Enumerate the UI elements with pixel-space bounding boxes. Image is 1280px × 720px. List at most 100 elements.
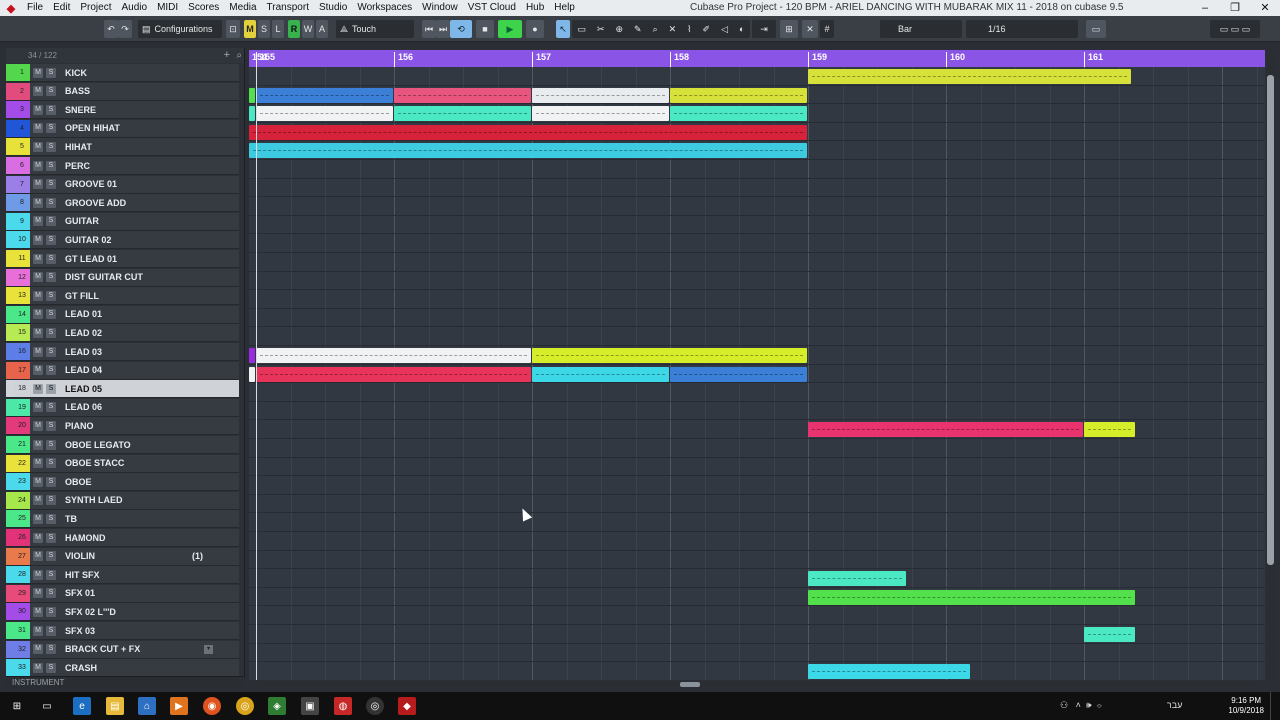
track-solo-button[interactable]: S (46, 179, 56, 190)
track-mute-button[interactable]: M (33, 309, 43, 320)
restore-icon[interactable]: ❐ (1220, 0, 1250, 16)
track-lane[interactable] (249, 569, 1265, 588)
volume-icon[interactable]: 🕪 (1086, 700, 1092, 710)
track-name[interactable]: DIST GUITAR CUT (65, 272, 143, 282)
voice-app-icon[interactable]: ◍ (334, 697, 352, 715)
track-color-strip[interactable] (6, 250, 14, 267)
track-lane[interactable] (249, 439, 1265, 458)
track-row[interactable]: 32 M S BRACK CUT + FX ▾ (6, 640, 239, 659)
track-row[interactable]: 18 M S LEAD 05 (6, 380, 239, 399)
event-clip[interactable] (256, 106, 393, 122)
track-name[interactable]: LEAD 06 (65, 402, 102, 412)
event-clip[interactable] (249, 106, 255, 122)
window-layout-buttons[interactable]: ▭ ▭ ▭ (1210, 20, 1260, 38)
notifications-icon[interactable] (1270, 692, 1280, 720)
redo-button[interactable]: ↷ (118, 20, 132, 38)
track-mute-button[interactable]: M (33, 588, 43, 599)
track-color-strip[interactable] (6, 491, 14, 509)
track-name[interactable]: OBOE LEGATO (65, 440, 131, 450)
track-row[interactable]: 3 M S SNERE (6, 101, 239, 120)
event-clip[interactable] (808, 422, 1083, 438)
snap-button[interactable]: ⊞ (780, 20, 798, 38)
track-row[interactable]: 20 M S PIANO (6, 417, 239, 436)
track-solo-button[interactable]: S (46, 365, 56, 376)
track-mute-button[interactable]: M (33, 179, 43, 190)
listen-mode-button[interactable]: L (272, 20, 284, 38)
track-solo-button[interactable]: S (46, 197, 56, 208)
track-name[interactable]: GROOVE 01 (65, 179, 117, 189)
track-row[interactable]: 17 M S LEAD 04 (6, 361, 239, 380)
track-name[interactable]: GT LEAD 01 (65, 254, 117, 264)
track-mute-button[interactable]: M (33, 327, 43, 338)
track-solo-button[interactable]: S (46, 476, 56, 487)
app-icon[interactable]: ▣ (301, 697, 319, 715)
menu-transport[interactable]: Transport (262, 0, 314, 16)
track-name[interactable]: GUITAR (65, 216, 99, 226)
event-clip[interactable] (249, 124, 807, 140)
track-row[interactable]: 27 M S VIOLIN (1) (6, 547, 239, 566)
menu-studio[interactable]: Studio (314, 0, 352, 16)
track-name[interactable]: SFX 02 L'''D (65, 607, 116, 617)
track-color-strip[interactable] (6, 361, 14, 379)
track-color-strip[interactable] (6, 138, 14, 156)
track-mute-button[interactable]: M (33, 551, 43, 562)
search-icon[interactable]: ⌕ (236, 48, 242, 63)
track-row[interactable]: 29 M S SFX 01 (6, 584, 239, 603)
grid-icon[interactable]: # (820, 20, 834, 38)
menu-project[interactable]: Project (75, 0, 116, 16)
folder-dropdown-icon[interactable]: ▾ (204, 644, 213, 654)
track-row[interactable]: 23 M S OBOE (6, 473, 239, 492)
mute-tool-icon[interactable]: ✕ (669, 24, 677, 35)
track-color-strip[interactable] (6, 305, 14, 323)
track-lane[interactable] (249, 216, 1265, 235)
quantize-dropdown[interactable]: 1/16 (966, 20, 1078, 38)
track-row[interactable]: 2 M S BASS (6, 82, 239, 101)
chrome-icon[interactable]: ◎ (236, 697, 254, 715)
track-color-strip[interactable] (6, 473, 14, 491)
track-row[interactable]: 6 M S PERC (6, 157, 239, 175)
track-color-strip[interactable] (6, 324, 14, 342)
event-clip[interactable] (256, 87, 393, 103)
track-solo-button[interactable]: S (46, 644, 56, 655)
track-solo-button[interactable]: S (46, 439, 56, 450)
track-lane[interactable] (249, 234, 1265, 253)
horizontal-scrollbar[interactable] (258, 682, 1258, 687)
track-solo-button[interactable]: S (46, 290, 56, 301)
range-tool-icon[interactable]: ▭ (577, 24, 586, 35)
track-solo-button[interactable]: S (46, 513, 56, 524)
track-color-strip[interactable] (6, 343, 14, 360)
track-mute-button[interactable]: M (33, 402, 43, 413)
edit-tools-group[interactable]: ▭ ✂ ⊕ ✎ ⌕ ✕ ⌇ ✐ ◁ ◐ (572, 20, 750, 38)
menu-vst-cloud[interactable]: VST Cloud (463, 0, 521, 16)
track-name[interactable]: SNERE (65, 105, 96, 115)
track-row[interactable]: 14 M S LEAD 01 (6, 305, 239, 324)
track-solo-button[interactable]: S (46, 309, 56, 320)
track-solo-button[interactable]: S (46, 346, 56, 357)
event-clip[interactable] (532, 348, 807, 363)
track-name[interactable]: LEAD 02 (65, 328, 102, 338)
windows-start-icon[interactable]: ⊞ (8, 697, 26, 715)
track-mute-button[interactable]: M (33, 253, 43, 264)
track-name[interactable]: CRASH (65, 663, 97, 673)
track-mute-button[interactable]: M (33, 160, 43, 171)
track-solo-button[interactable]: S (46, 662, 56, 673)
ruler-bar-number[interactable]: 156 (394, 52, 413, 67)
event-clip[interactable] (1084, 422, 1136, 438)
track-color-strip[interactable] (6, 64, 14, 81)
erase-tool-icon[interactable]: ✎ (634, 24, 642, 35)
track-color-strip[interactable] (6, 268, 14, 286)
record-button[interactable]: ● (526, 20, 544, 38)
track-mute-button[interactable]: M (33, 123, 43, 134)
track-row[interactable]: 11 M S GT LEAD 01 (6, 250, 239, 268)
track-name[interactable]: BASS (65, 86, 90, 96)
event-clip[interactable] (249, 348, 255, 363)
track-solo-button[interactable]: S (46, 420, 56, 431)
menu-workspaces[interactable]: Workspaces (352, 0, 417, 16)
track-row[interactable]: 10 M S GUITAR 02 (6, 231, 239, 250)
event-clip[interactable] (670, 366, 807, 382)
track-color-strip[interactable] (6, 547, 14, 565)
track-lane[interactable] (249, 327, 1265, 346)
track-row[interactable]: 31 M S SFX 03 (6, 622, 239, 640)
ruler-bar-number[interactable]: 159 (808, 52, 827, 67)
track-lane[interactable] (249, 495, 1265, 514)
